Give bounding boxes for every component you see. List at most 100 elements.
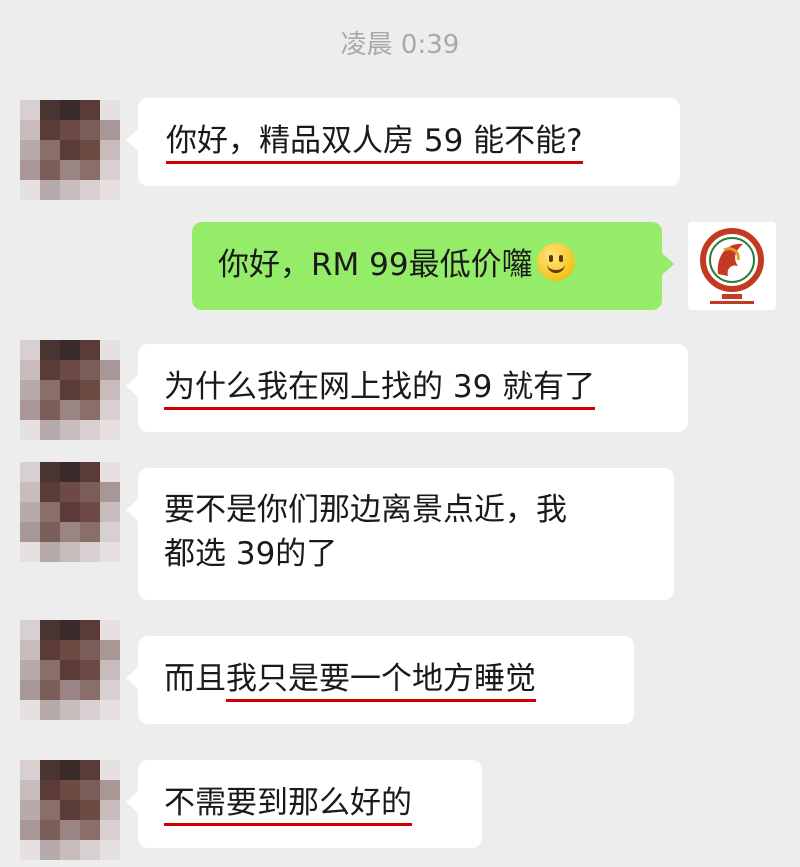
avatar-pixel xyxy=(40,462,60,482)
contact-avatar[interactable] xyxy=(20,620,120,720)
avatar-pixel xyxy=(80,780,100,800)
avatar-pixel xyxy=(60,180,80,200)
avatar-pixel xyxy=(60,522,80,542)
avatar-pixel xyxy=(80,380,100,400)
avatar-pixel xyxy=(60,120,80,140)
message-bubble-outgoing[interactable]: 你好，RM 99最低价囖 xyxy=(192,222,674,310)
avatar-pixel xyxy=(20,160,40,180)
avatar-pixel xyxy=(100,100,120,120)
avatar-pixel xyxy=(40,400,60,420)
avatar-pixel xyxy=(60,140,80,160)
avatar-pixel xyxy=(80,680,100,700)
avatar-pixel xyxy=(100,800,120,820)
avatar-pixel xyxy=(40,180,60,200)
avatar-pixel xyxy=(100,640,120,660)
avatar-pixel xyxy=(100,160,120,180)
avatar-pixel xyxy=(40,620,60,640)
avatar-pixel xyxy=(100,400,120,420)
avatar-pixel xyxy=(100,680,120,700)
avatar-pixel xyxy=(40,640,60,660)
avatar-pixel xyxy=(80,462,100,482)
avatar-pixel xyxy=(80,760,100,780)
avatar-pixel xyxy=(80,700,100,720)
message-bubble-incoming[interactable]: 不需要到那么好的 xyxy=(126,760,482,848)
avatar-pixel xyxy=(20,100,40,120)
avatar-pixel xyxy=(80,502,100,522)
avatar-pixel xyxy=(20,542,40,562)
avatar-pixel xyxy=(60,820,80,840)
avatar-pixel xyxy=(40,522,60,542)
avatar-pixel xyxy=(40,100,60,120)
avatar-pixel xyxy=(20,360,40,380)
avatar-pixel xyxy=(20,340,40,360)
contact-avatar[interactable] xyxy=(20,340,120,440)
avatar-pixel xyxy=(20,800,40,820)
avatar-pixel xyxy=(40,380,60,400)
contact-avatar[interactable] xyxy=(20,760,120,860)
avatar-pixel xyxy=(20,820,40,840)
my-avatar[interactable] xyxy=(688,222,776,310)
avatar-pixel xyxy=(40,542,60,562)
avatar-pixel xyxy=(20,680,40,700)
avatar-pixel xyxy=(100,462,120,482)
avatar-pixel xyxy=(100,120,120,140)
avatar-pixel xyxy=(40,360,60,380)
avatar-pixel xyxy=(40,680,60,700)
avatar-pixel xyxy=(100,420,120,440)
avatar-pixel xyxy=(60,360,80,380)
avatar-pixel xyxy=(80,482,100,502)
avatar-pixel xyxy=(80,820,100,840)
avatar-pixel xyxy=(60,780,80,800)
avatar-pixel xyxy=(80,340,100,360)
avatar-pixel xyxy=(20,462,40,482)
avatar-pixel xyxy=(20,660,40,680)
avatar-pixel xyxy=(40,140,60,160)
avatar-pixel xyxy=(40,120,60,140)
avatar-pixel xyxy=(60,160,80,180)
avatar-pixel xyxy=(100,760,120,780)
message-bubble-incoming[interactable]: 而且我只是要一个地方睡觉 xyxy=(126,636,634,724)
avatar-pixel xyxy=(20,400,40,420)
avatar-pixel xyxy=(40,760,60,780)
avatar-pixel xyxy=(20,120,40,140)
chat-timestamp: 凌晨 0:39 xyxy=(340,30,460,60)
avatar-pixel xyxy=(40,800,60,820)
avatar-pixel xyxy=(20,700,40,720)
avatar-pixel xyxy=(100,700,120,720)
avatar-pixel xyxy=(100,502,120,522)
avatar-pixel xyxy=(20,780,40,800)
avatar-pixel xyxy=(60,542,80,562)
avatar-pixel xyxy=(80,660,100,680)
avatar-pixel xyxy=(40,840,60,860)
contact-avatar[interactable] xyxy=(20,100,120,200)
slight-smile-emoji-icon xyxy=(536,243,575,281)
avatar-pixel xyxy=(80,620,100,640)
contact-avatar[interactable] xyxy=(20,462,120,562)
avatar-pixel xyxy=(100,380,120,400)
message-text-line: 都选 39的了 xyxy=(164,536,338,572)
message-bubble-incoming[interactable]: 要不是你们那边离景点近，我 都选 39的了 xyxy=(126,468,674,600)
avatar-pixel xyxy=(80,140,100,160)
avatar-pixel xyxy=(60,502,80,522)
avatar-pixel xyxy=(40,700,60,720)
avatar-pixel xyxy=(100,140,120,160)
avatar-pixel xyxy=(80,522,100,542)
avatar-pixel xyxy=(60,660,80,680)
avatar-pixel xyxy=(40,502,60,522)
message-bubble-incoming[interactable]: 为什么我在网上找的 39 就有了 xyxy=(126,344,688,432)
avatar-pixel xyxy=(80,400,100,420)
avatar-pixel xyxy=(80,640,100,660)
message-bubble-incoming[interactable]: 你好，精品双人房 59 能不能? xyxy=(126,98,680,186)
avatar-pixel xyxy=(100,840,120,860)
avatar-pixel xyxy=(100,360,120,380)
avatar-pixel xyxy=(40,420,60,440)
avatar-pixel xyxy=(20,140,40,160)
avatar-pixel xyxy=(100,482,120,502)
avatar-pixel xyxy=(60,462,80,482)
avatar-pixel xyxy=(40,820,60,840)
avatar-pixel xyxy=(60,100,80,120)
avatar-pixel xyxy=(20,502,40,522)
avatar-pixel xyxy=(80,420,100,440)
avatar-pixel xyxy=(40,160,60,180)
avatar-pixel xyxy=(100,340,120,360)
